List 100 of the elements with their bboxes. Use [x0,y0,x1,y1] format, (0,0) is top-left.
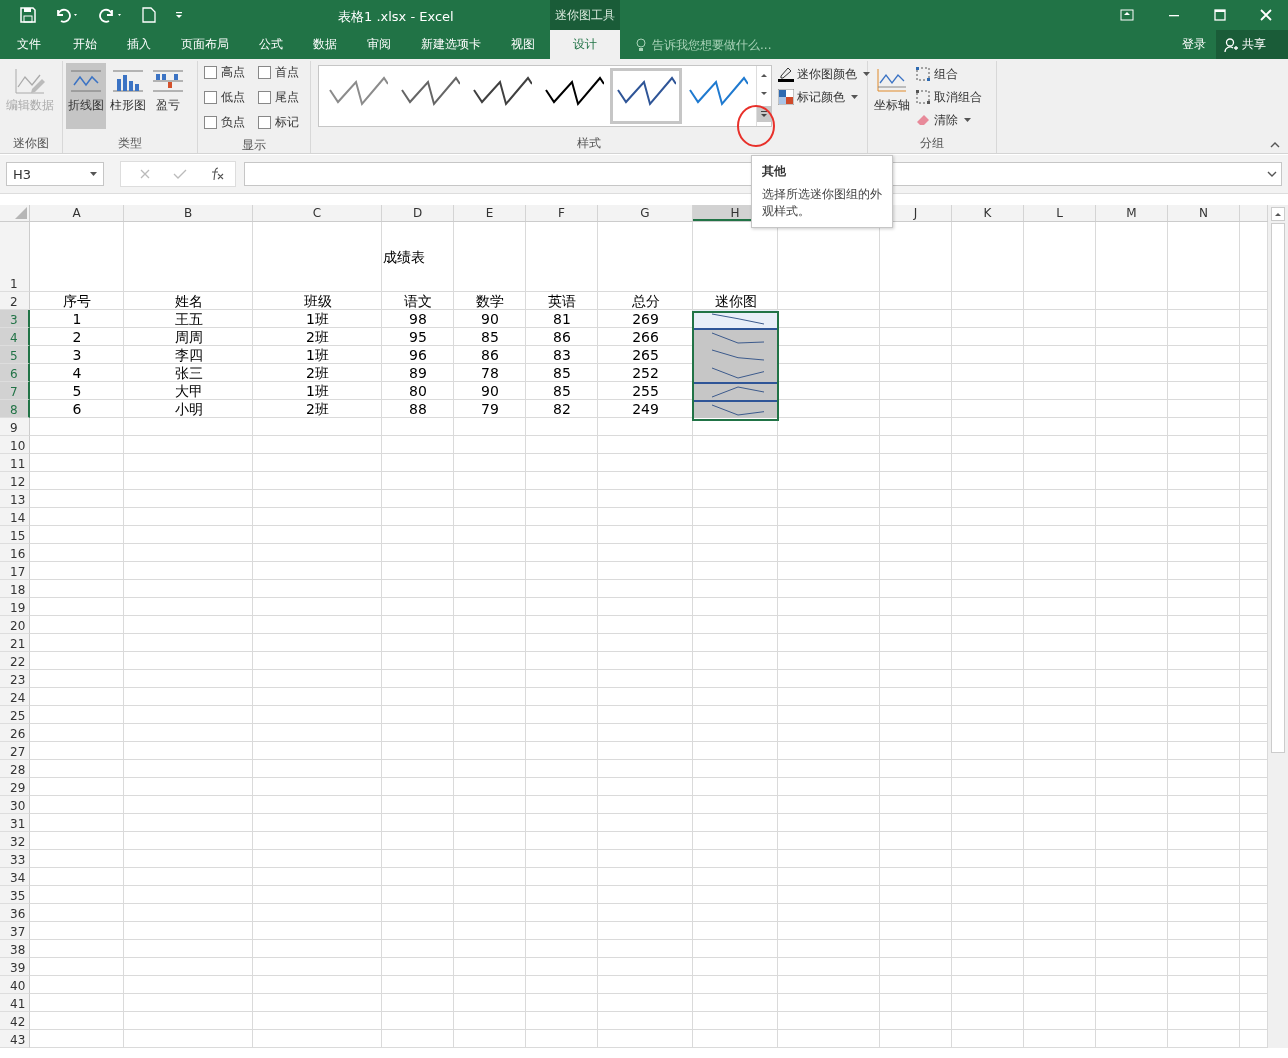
ribbon-tab[interactable]: 新建选项卡 [406,30,496,59]
customize-caret-icon[interactable] [174,10,184,20]
ribbon-tab[interactable]: 视图 [496,30,550,59]
row-header[interactable]: 12 [0,472,30,490]
sparkline-cell[interactable] [693,364,778,382]
row-header[interactable]: 37 [0,922,30,940]
group-button[interactable]: 组合 [915,65,982,83]
row-header[interactable]: 31 [0,814,30,832]
tell-me-field[interactable]: 告诉我您想要做什么... [650,36,814,53]
column-header[interactable]: K [952,205,1024,221]
row-header[interactable]: 9 [0,418,30,436]
ribbon-tab[interactable]: 公式 [244,30,298,59]
ribbon-tab[interactable]: 开始 [58,30,112,59]
row-header[interactable]: 38 [0,940,30,958]
ribbon-tab[interactable]: 审阅 [352,30,406,59]
column-header[interactable]: B [124,205,253,221]
row-header[interactable]: 41 [0,994,30,1012]
column-header[interactable]: F [526,205,598,221]
row-header[interactable]: 42 [0,1012,30,1030]
row-header[interactable]: 43 [0,1030,30,1048]
show-checkbox[interactable]: 低点 [204,89,256,106]
show-checkbox[interactable]: 负点 [204,114,256,131]
show-checkbox[interactable]: 标记 [258,114,310,131]
row-header[interactable]: 14 [0,508,30,526]
column-header[interactable]: A [30,205,124,221]
save-icon[interactable] [20,7,36,23]
row-header[interactable]: 24 [0,688,30,706]
expand-caret-icon[interactable] [1267,170,1277,178]
row-header[interactable]: 30 [0,796,30,814]
show-checkbox[interactable]: 首点 [258,64,310,81]
row-header[interactable]: 36 [0,904,30,922]
undo-icon[interactable] [54,7,80,23]
show-checkbox[interactable]: 高点 [204,64,256,81]
row-header[interactable]: 17 [0,562,30,580]
row-header[interactable]: 28 [0,760,30,778]
row-header[interactable]: 27 [0,742,30,760]
row-header[interactable]: 11 [0,454,30,472]
row-header[interactable]: 1 [0,222,30,292]
ungroup-button[interactable]: 取消组合 [915,88,982,106]
clear-button[interactable]: 清除 [915,111,982,129]
row-header[interactable]: 22 [0,652,30,670]
column-header[interactable]: E [454,205,526,221]
login-link[interactable]: 登录 [1172,30,1216,59]
row-header[interactable]: 8 [0,400,30,418]
sparkline-type-button[interactable]: 柱形图 [108,63,148,129]
column-header[interactable]: M [1096,205,1168,221]
row-header[interactable]: 6 [0,364,30,382]
sparkline-color-button[interactable]: 迷你图颜色 [778,65,870,83]
function-icon[interactable] [209,167,225,181]
scroll-thumb[interactable] [1271,223,1285,753]
new-document-icon[interactable] [142,7,156,23]
sparkline-cell[interactable] [693,328,778,346]
row-header[interactable]: 18 [0,580,30,598]
ribbon-tab[interactable]: 插入 [112,30,166,59]
column-header[interactable]: L [1024,205,1096,221]
row-header[interactable]: 13 [0,490,30,508]
axis-button[interactable]: 坐标轴 [871,63,913,129]
row-header[interactable]: 32 [0,832,30,850]
row-header[interactable]: 29 [0,778,30,796]
maximize-icon[interactable] [1214,9,1226,21]
scroll-up-icon[interactable] [1271,207,1285,221]
redo-icon[interactable] [98,7,124,23]
sparkline-type-button[interactable]: 盈亏 [150,63,186,129]
row-header[interactable]: 3 [0,310,30,328]
row-header[interactable]: 21 [0,634,30,652]
row-header[interactable]: 34 [0,868,30,886]
close-icon[interactable] [1260,9,1272,21]
ribbon-tab[interactable]: 设计 [550,30,620,59]
row-header[interactable]: 16 [0,544,30,562]
marker-color-button[interactable]: 标记颜色 [778,88,870,106]
ribbon-tab[interactable]: 文件 [0,30,58,59]
row-header[interactable]: 33 [0,850,30,868]
row-header[interactable]: 40 [0,976,30,994]
row-header[interactable]: 19 [0,598,30,616]
sparkline-cell[interactable] [693,400,778,418]
row-header[interactable]: 39 [0,958,30,976]
column-header[interactable]: D [382,205,454,221]
row-header[interactable]: 7 [0,382,30,400]
ribbon-tab[interactable]: 页面布局 [166,30,244,59]
name-box[interactable]: H3 [6,162,104,186]
share-button[interactable]: 共享 [1216,30,1288,59]
column-header[interactable]: C [253,205,382,221]
sparkline-cell[interactable] [693,382,778,400]
ribbon-display-icon[interactable] [1120,9,1134,21]
ribbon-tab[interactable]: 数据 [298,30,352,59]
sparkline-type-button[interactable]: 折线图 [66,63,106,129]
row-header[interactable]: 15 [0,526,30,544]
row-header[interactable]: 26 [0,724,30,742]
row-header[interactable]: 2 [0,292,30,310]
collapse-ribbon-icon[interactable] [1270,141,1280,149]
row-header[interactable]: 4 [0,328,30,346]
row-header[interactable]: 23 [0,670,30,688]
row-header[interactable]: 5 [0,346,30,364]
row-header[interactable]: 35 [0,886,30,904]
row-header[interactable]: 25 [0,706,30,724]
row-header[interactable]: 10 [0,436,30,454]
sparkline-style-option[interactable] [610,68,682,124]
show-checkbox[interactable]: 尾点 [258,89,310,106]
row-header[interactable]: 20 [0,616,30,634]
column-header[interactable]: N [1168,205,1240,221]
